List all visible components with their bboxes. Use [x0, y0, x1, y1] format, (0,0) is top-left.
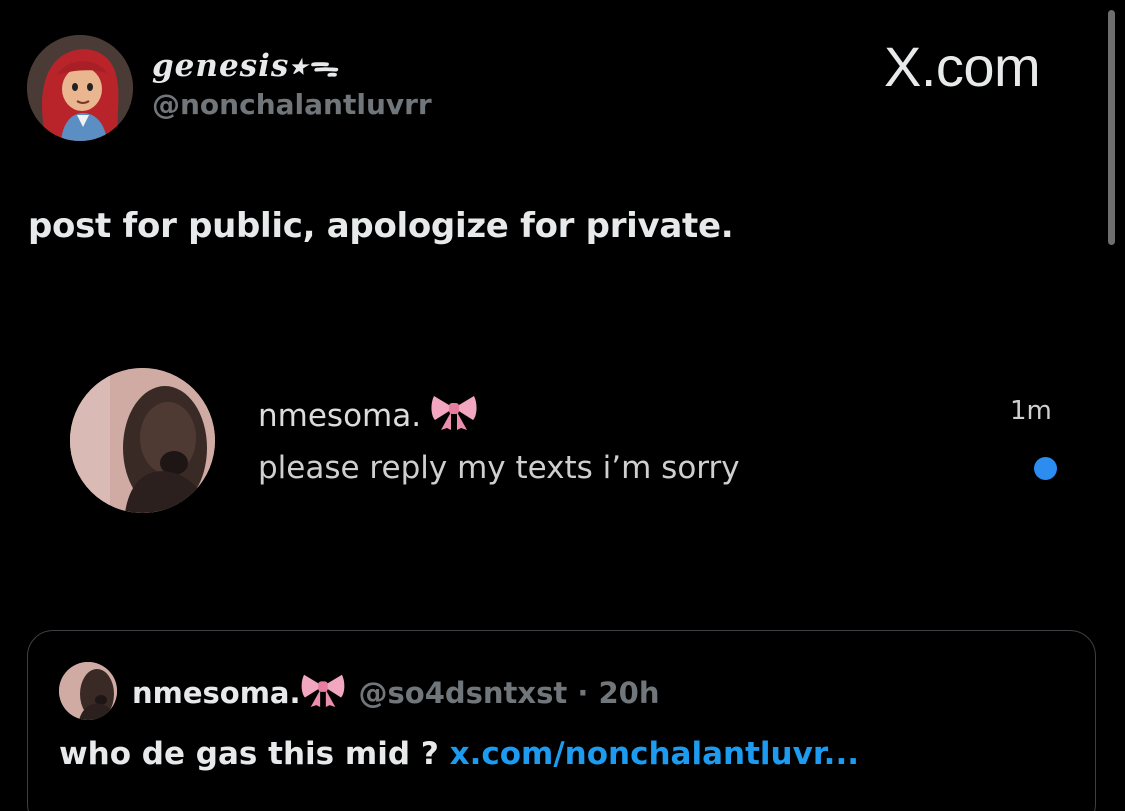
tweet-text: post for public, apologize for private. [28, 206, 734, 246]
quoted-author-handle-time[interactable]: @so4dsntxst · 20h [359, 676, 660, 710]
quoted-author-avatar[interactable] [59, 662, 117, 720]
quoted-tweet-header: nmesoma. @so4dsntxst · 20h [132, 671, 659, 714]
username-handle[interactable]: @nonchalantluvrr [152, 88, 432, 121]
unread-dot-icon [1034, 457, 1057, 480]
pink-bow-icon [431, 392, 477, 438]
dm-notification-image[interactable]: nmesoma. please reply my texts i’m sorry… [0, 350, 1125, 530]
site-label: X.com [884, 35, 1041, 98]
quoted-tweet-link[interactable]: x.com/nonchalantluvr... [450, 736, 859, 772]
scrollbar[interactable] [1108, 10, 1115, 245]
dm-sender-name: nmesoma. [258, 392, 477, 438]
display-name[interactable]: genesis⭑ᯓ [152, 44, 339, 86]
dm-sender-avatar [70, 368, 215, 513]
quoted-author-name[interactable]: nmesoma. [132, 676, 301, 710]
quoted-tweet-text: who de gas this mid ? x.com/nonchalantlu… [59, 736, 859, 772]
quoted-tweet-body: who de gas this mid ? [59, 736, 439, 772]
profile-avatar[interactable] [27, 35, 133, 141]
dm-message-preview: please reply my texts i’m sorry [258, 450, 740, 486]
quoted-tweet-card[interactable]: nmesoma. @so4dsntxst · 20h who de gas th… [27, 630, 1096, 811]
dm-sender-name-text: nmesoma. [258, 398, 422, 434]
dm-timestamp: 1m [1010, 396, 1052, 426]
pink-bow-icon [301, 671, 345, 714]
